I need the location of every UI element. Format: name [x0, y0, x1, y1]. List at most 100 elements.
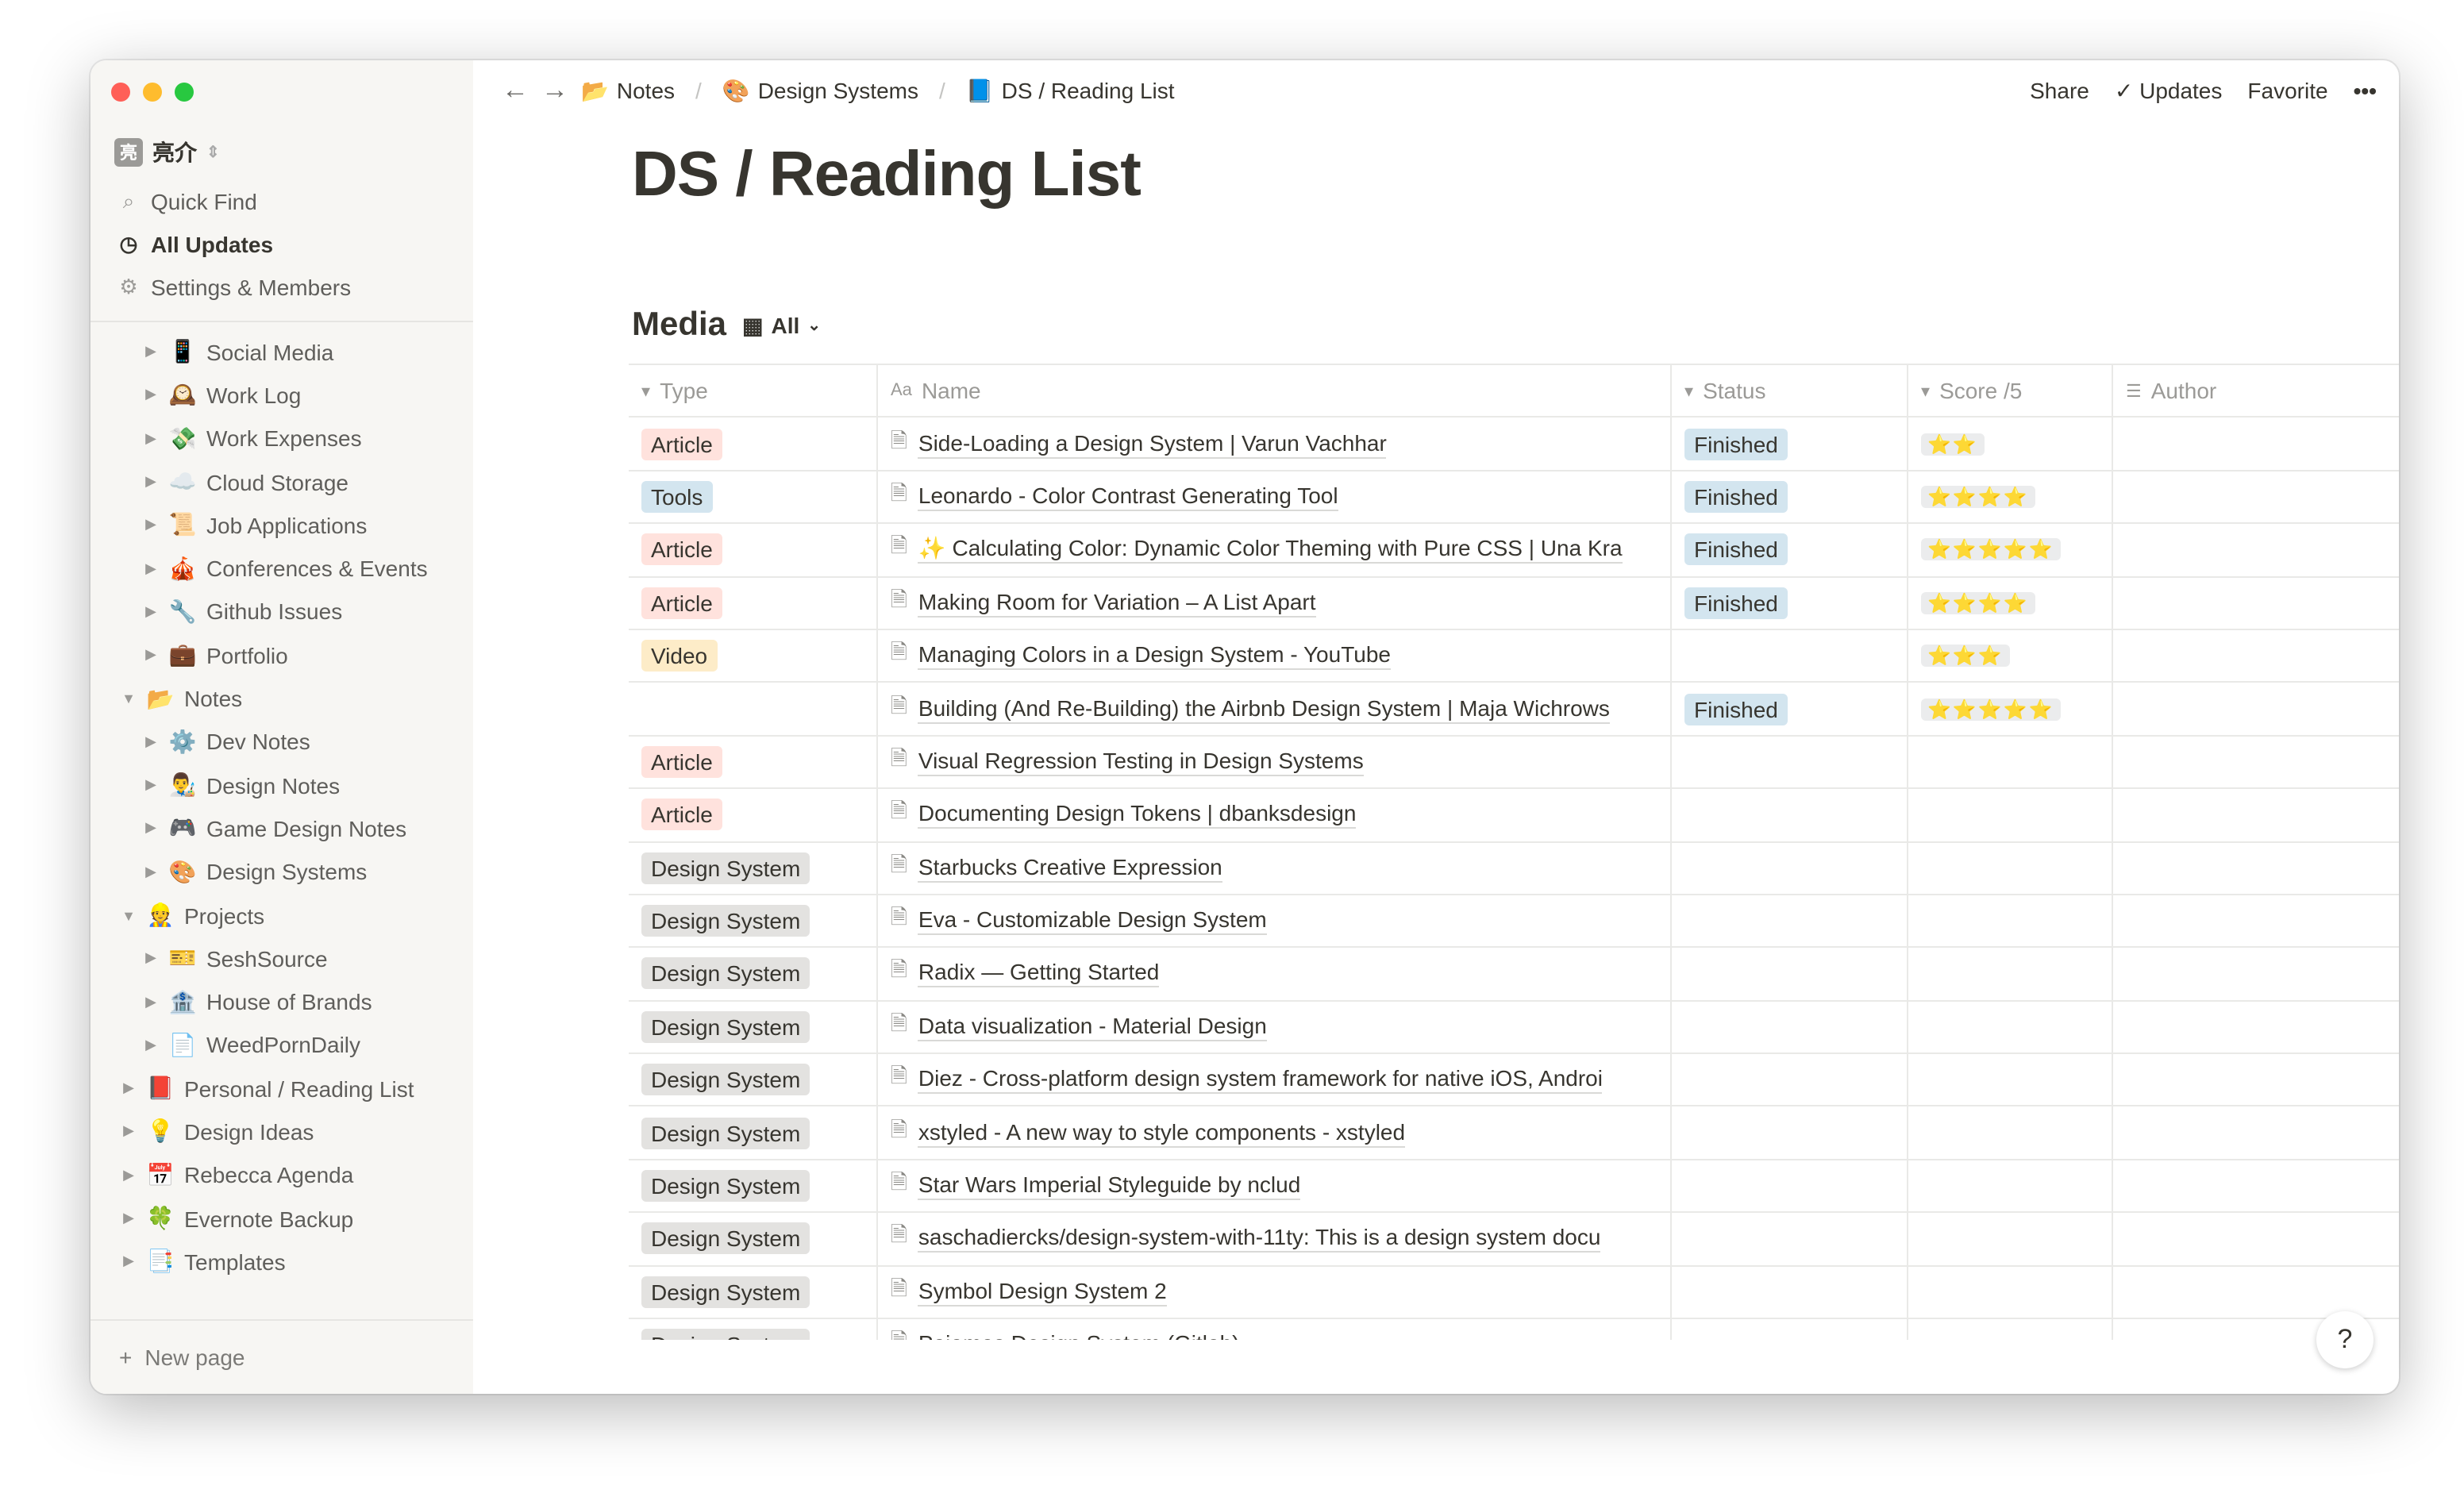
table-row[interactable]: Article 🗎 Visual Regression Testing in Des… [629, 736, 2399, 790]
name-cell[interactable]: 🗎 Making Room for Variation – A List Apar… [878, 577, 1672, 629]
table-row[interactable]: Design System 🗎 Radix — Getting Started [629, 948, 2399, 1002]
sidebar-item[interactable]: ▶ 🔧 Github Issues [90, 591, 473, 634]
status-cell[interactable]: Finished [1672, 471, 1908, 523]
column-header[interactable]: ☰ Author [2113, 365, 2399, 417]
row-title-link[interactable]: saschadiercks/design-system-with-11ty: T… [918, 1225, 1601, 1253]
triangle-right-icon[interactable]: ▶ [143, 473, 159, 491]
more-icon[interactable]: ••• [2354, 78, 2377, 103]
triangle-right-icon[interactable]: ▶ [143, 1037, 159, 1054]
type-cell[interactable]: Article [629, 418, 878, 470]
workspace-switcher[interactable]: 亮 亮介 ⇕ [114, 137, 220, 168]
triangle-right-icon[interactable]: ▶ [143, 776, 159, 794]
triangle-right-icon[interactable]: ▶ [143, 733, 159, 751]
name-cell[interactable]: 🗎 Side-Loading a Design System | Varun Va… [878, 418, 1672, 470]
sidebar-item[interactable]: ▶ ⚙️ Dev Notes [90, 720, 473, 764]
sidebar-item[interactable]: ▶ 🎮 Game Design Notes [90, 807, 473, 851]
name-cell[interactable]: 🗎 Starbucks Creative Expression [878, 842, 1672, 894]
row-title-link[interactable]: Leonardo - Color Contrast Generating Too… [918, 483, 1338, 511]
triangle-right-icon[interactable]: ▶ [121, 1167, 137, 1184]
sidebar-quick-find[interactable]: ⌕ Quick Find [117, 189, 257, 214]
status-cell[interactable]: Finished [1672, 577, 1908, 629]
author-cell[interactable] [2113, 524, 2399, 575]
type-cell[interactable]: Article [629, 736, 878, 788]
sidebar-item[interactable]: ▶ 🎪 Conferences & Events [90, 547, 473, 591]
type-cell[interactable]: Design System [629, 842, 878, 894]
score-cell[interactable] [1908, 736, 2113, 788]
sidebar-item[interactable]: ▶ 📱 Social Media [90, 330, 473, 374]
author-cell[interactable] [2113, 471, 2399, 523]
row-title-link[interactable]: Managing Colors in a Design System - You… [918, 641, 1391, 671]
triangle-right-icon[interactable]: ▶ [121, 1123, 137, 1141]
triangle-right-icon[interactable]: ▶ [143, 603, 159, 621]
table-row[interactable]: Video 🗎 Managing Colors in a Design System… [629, 629, 2399, 683]
author-cell[interactable] [2113, 1054, 2399, 1106]
row-title-link[interactable]: Symbol Design System 2 [918, 1278, 1167, 1307]
breadcrumb-item[interactable]: 📂 Notes [581, 77, 675, 104]
table-row[interactable]: Design System 🗎 saschadiercks/design-syste… [629, 1213, 2399, 1267]
forward-arrow-icon[interactable]: → [541, 75, 568, 106]
close-button[interactable] [111, 83, 130, 102]
author-cell[interactable] [2113, 895, 2399, 947]
type-cell[interactable]: Article [629, 524, 878, 576]
status-cell[interactable] [1672, 629, 1908, 682]
name-cell[interactable]: 🗎 xstyled - A new way to style components… [878, 1106, 1672, 1159]
score-cell[interactable] [1908, 1001, 2113, 1053]
row-title-link[interactable]: Starbucks Creative Expression [918, 853, 1222, 883]
row-title-link[interactable]: Documenting Design Tokens | dbanksdesign [918, 801, 1357, 829]
author-cell[interactable] [2113, 1160, 2399, 1212]
score-cell[interactable] [1908, 1213, 2113, 1265]
name-cell[interactable]: 🗎 Documenting Design Tokens | dbanksdesig… [878, 789, 1672, 841]
status-cell[interactable] [1672, 895, 1908, 947]
favorite-button[interactable]: Favorite [2247, 78, 2327, 103]
sidebar-all-updates[interactable]: ◷ All Updates [117, 232, 273, 257]
table-row[interactable]: Article 🗎 ✨ Calculating Color: Dynamic Col… [629, 524, 2399, 578]
triangle-right-icon[interactable]: ▶ [143, 517, 159, 534]
score-cell[interactable] [1908, 789, 2113, 841]
name-cell[interactable]: 🗎 saschadiercks/design-system-with-11ty: … [878, 1213, 1672, 1265]
score-cell[interactable] [1908, 895, 2113, 947]
type-cell[interactable]: Design System [629, 1319, 878, 1340]
score-cell[interactable]: ⭐⭐⭐⭐ [1908, 577, 2113, 629]
author-cell[interactable] [2113, 1001, 2399, 1053]
share-button[interactable]: Share [2030, 78, 2089, 103]
status-cell[interactable] [1672, 1213, 1908, 1265]
triangle-right-icon[interactable]: ▶ [143, 343, 159, 360]
status-cell[interactable]: Finished [1672, 524, 1908, 576]
author-cell[interactable] [2113, 683, 2399, 735]
author-cell[interactable] [2113, 842, 2399, 894]
name-cell[interactable]: 🗎 Symbol Design System 2 [878, 1266, 1672, 1318]
author-cell[interactable] [2113, 630, 2399, 682]
type-cell[interactable]: Article [629, 789, 878, 841]
author-cell[interactable] [2113, 1214, 2399, 1265]
status-cell[interactable] [1672, 1054, 1908, 1106]
triangle-right-icon[interactable]: ▶ [143, 863, 159, 880]
status-cell[interactable]: Finished [1672, 418, 1908, 470]
row-title-link[interactable]: Eva - Customizable Design System [918, 906, 1267, 936]
status-cell[interactable] [1672, 1001, 1908, 1053]
column-header[interactable]: Aa Name [878, 365, 1672, 417]
sidebar-item[interactable]: ▶ ☁️ Cloud Storage [90, 460, 473, 504]
sidebar-item[interactable]: ▶ 💸 Work Expenses [90, 417, 473, 460]
score-cell[interactable] [1908, 1106, 2113, 1159]
status-cell[interactable] [1672, 842, 1908, 894]
table-row[interactable]: Article 🗎 Making Room for Variation – A Li… [629, 577, 2399, 630]
name-cell[interactable]: 🗎 Radix — Getting Started [878, 948, 1672, 1000]
sidebar-item[interactable]: ▶ 📕 Personal / Reading List [90, 1067, 473, 1110]
triangle-right-icon[interactable]: ▶ [143, 646, 159, 664]
status-cell[interactable] [1672, 736, 1908, 788]
name-cell[interactable]: 🗎 Eva - Customizable Design System [878, 895, 1672, 947]
new-page-button[interactable]: + New page [90, 1319, 473, 1394]
sidebar-item[interactable]: ▶ 🎨 Design Systems [90, 850, 473, 894]
score-cell[interactable]: ⭐⭐⭐ [1908, 629, 2113, 682]
score-cell[interactable]: ⭐⭐⭐⭐⭐ [1908, 683, 2113, 735]
triangle-down-icon[interactable]: ▼ [121, 691, 137, 706]
sidebar-item[interactable]: ▼ 📂 Notes [90, 677, 473, 721]
type-cell[interactable]: Design System [629, 1266, 878, 1318]
type-cell[interactable]: Design System [629, 1054, 878, 1106]
score-cell[interactable]: ⭐⭐ [1908, 418, 2113, 470]
type-cell[interactable]: Design System [629, 895, 878, 947]
name-cell[interactable]: 🗎 Visual Regression Testing in Design Sys… [878, 736, 1672, 788]
table-row[interactable]: Design System 🗎 Starbucks Creative Express… [629, 842, 2399, 895]
name-cell[interactable]: 🗎 Data visualization - Material Design [878, 1001, 1672, 1053]
score-cell[interactable]: ⭐⭐⭐⭐⭐ [1908, 524, 2113, 576]
